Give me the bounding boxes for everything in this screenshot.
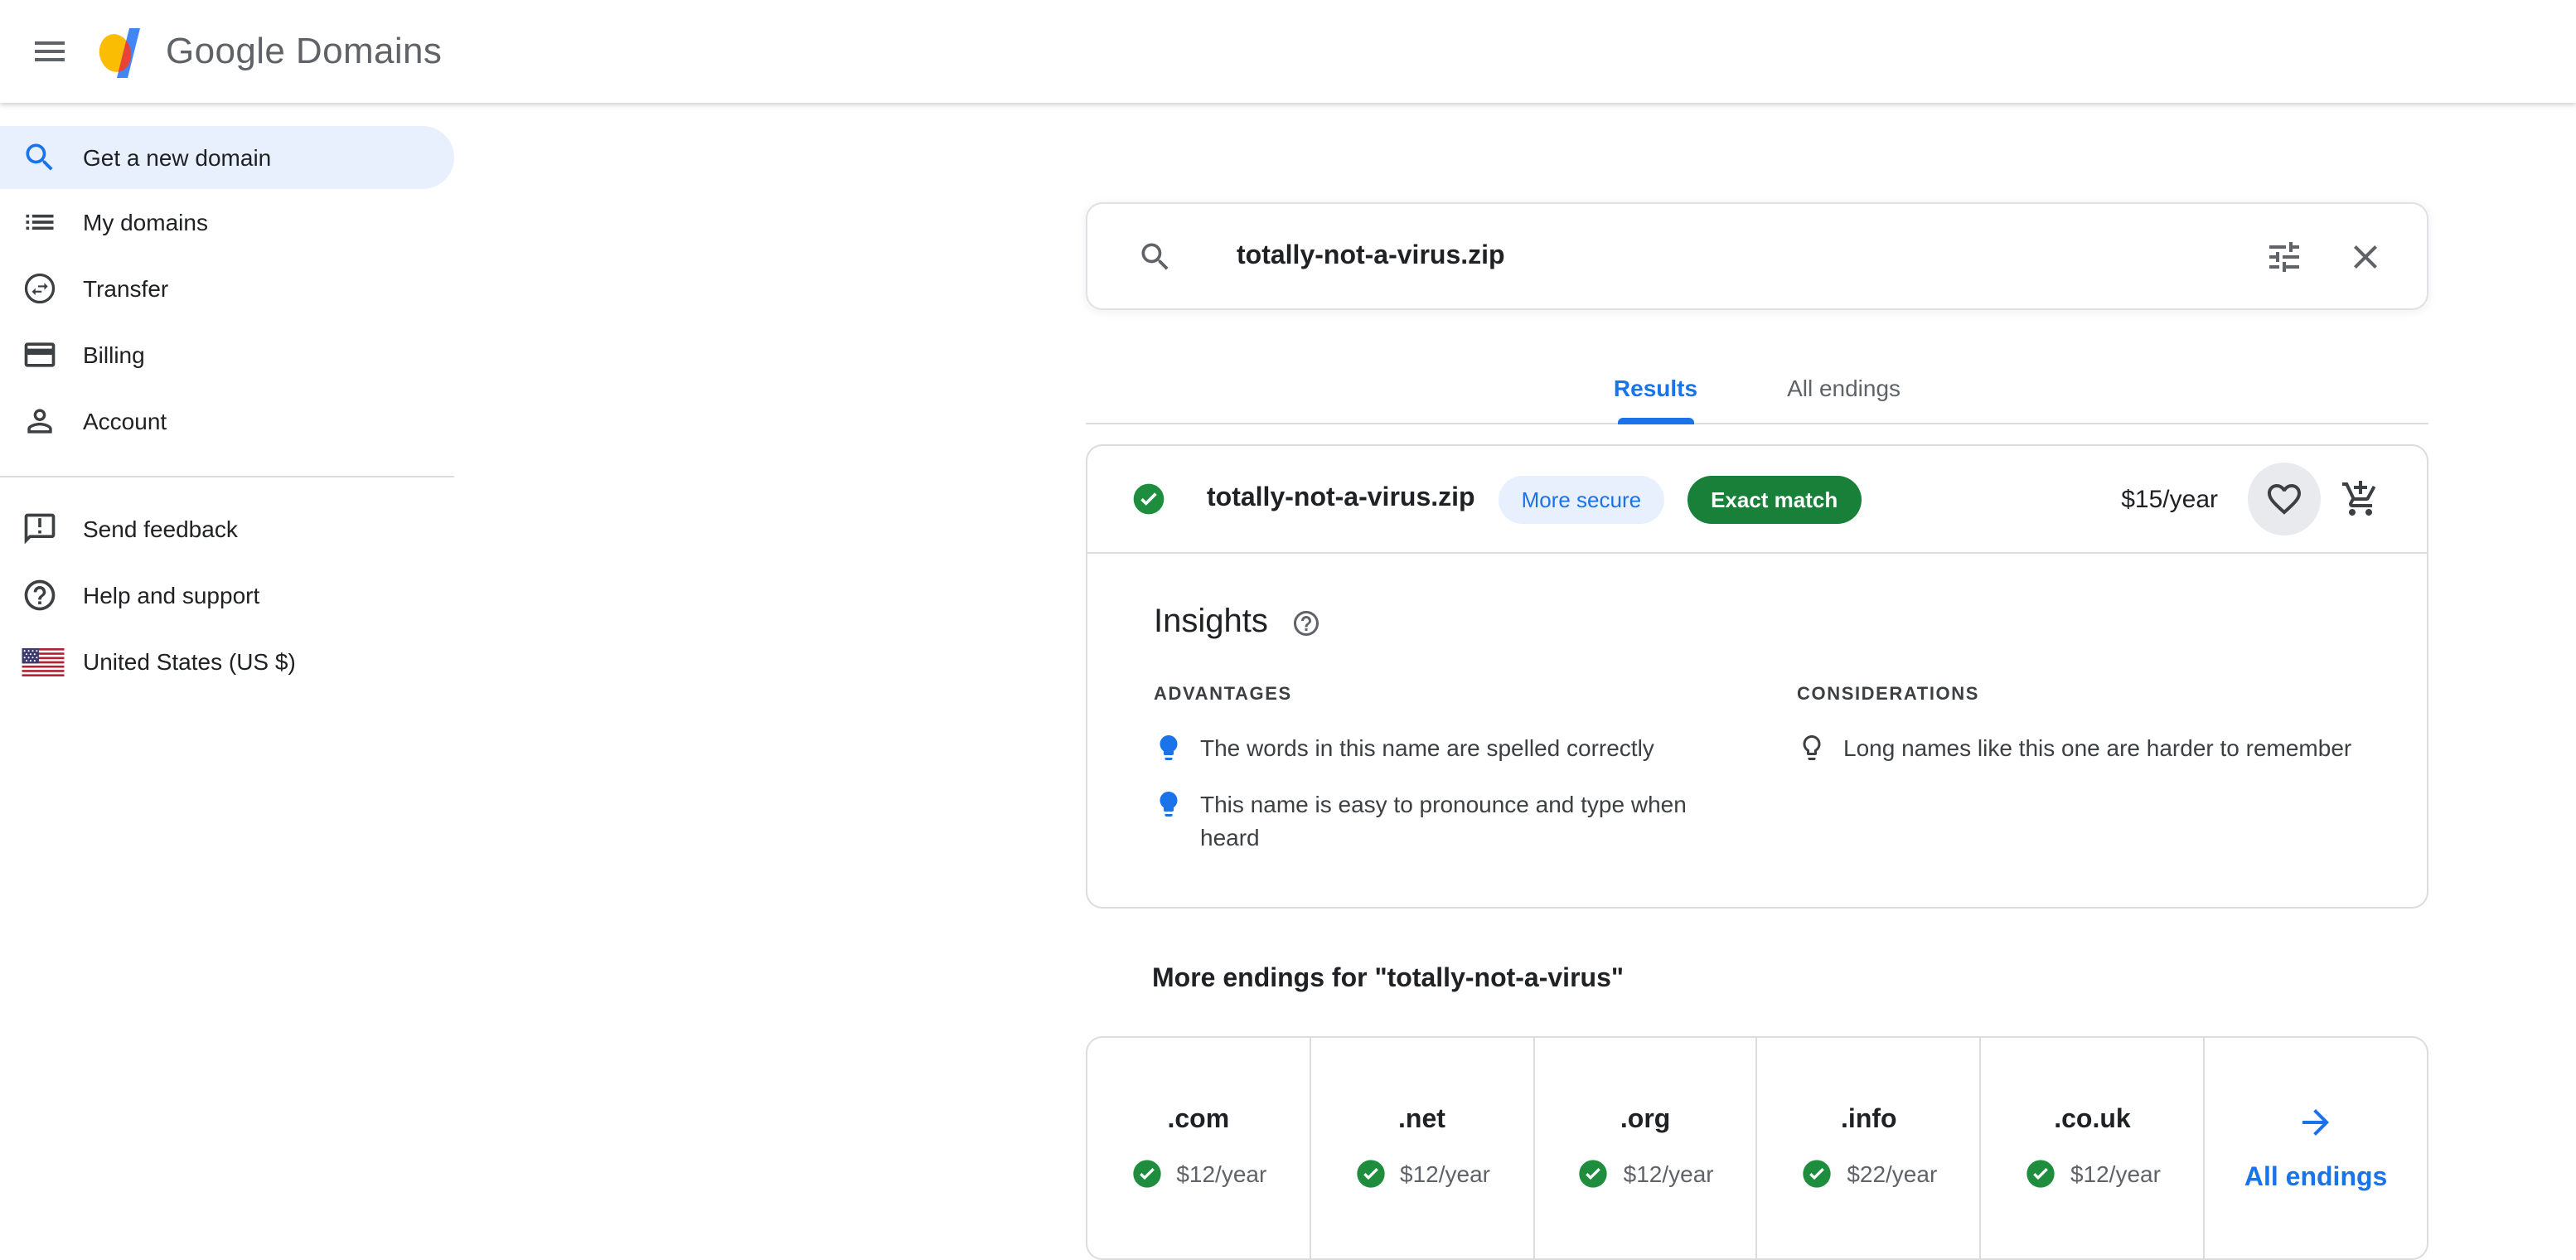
sidebar-footer: Send feedback Help and support United St…	[0, 496, 454, 695]
page: Google Domains Get a new domain My domai…	[0, 0, 2576, 1215]
lightbulb-outline-icon	[1797, 733, 1827, 763]
sidebar-nav: Get a new domain My domains Transfer Bil…	[0, 103, 454, 695]
advantage-item: The words in this name are spelled corre…	[1154, 731, 1731, 764]
check-circle-icon	[2024, 1157, 2057, 1190]
advantage-text: The words in this name are spelled corre…	[1200, 731, 1654, 764]
app-title: Google Domains	[166, 30, 442, 73]
insights-title: Insights	[1154, 603, 1268, 642]
transfer-icon	[22, 270, 58, 307]
considerations-label: CONSIDERATIONS	[1797, 685, 2361, 705]
search-input[interactable]	[1233, 240, 2264, 273]
check-circle-icon	[1131, 481, 1167, 517]
insights-section: Insights ADVANTAGES The words in this na…	[1087, 603, 2427, 907]
sidebar-item-label: United States (US $)	[83, 648, 296, 675]
sidebar-item-label: My domains	[83, 209, 208, 235]
top-app-bar: Google Domains	[0, 0, 2576, 103]
ending-tld: .com	[1167, 1106, 1229, 1136]
advantages-column: ADVANTAGES The words in this name are sp…	[1154, 685, 1731, 854]
results-tab-bar: Results All endings	[1086, 351, 2428, 424]
add-to-cart-button[interactable]	[2327, 466, 2394, 532]
ending-tld: .org	[1620, 1106, 1670, 1136]
sidebar-item-region-currency[interactable]: United States (US $)	[0, 628, 454, 695]
lightbulb-icon	[1154, 733, 1184, 763]
ending-cell-info[interactable]: .info $22/year	[1758, 1038, 1982, 1258]
search-result-card: totally-not-a-virus.zip More secure Exac…	[1086, 444, 2428, 909]
domain-search-box	[1086, 202, 2428, 310]
endings-grid: .com $12/year .net $12/year .org $12/yea…	[1086, 1036, 2428, 1260]
main-content: Results All endings totally-not-a-virus.…	[1086, 103, 2428, 1260]
app-logo[interactable]: Google Domains	[96, 25, 442, 78]
feedback-icon	[22, 511, 58, 547]
consideration-item: Long names like this one are harder to r…	[1797, 731, 2361, 764]
sidebar-item-my-domains[interactable]: My domains	[0, 189, 454, 255]
check-circle-icon	[1353, 1157, 1387, 1190]
more-endings-heading: More endings for "totally-not-a-virus"	[1086, 965, 2428, 995]
tab-all-endings[interactable]: All endings	[1780, 351, 1907, 423]
considerations-column: CONSIDERATIONS Long names like this one …	[1797, 685, 2361, 854]
result-domain-name: totally-not-a-virus.zip	[1207, 484, 1475, 514]
sidebar-item-label: Send feedback	[83, 516, 238, 542]
domain-result-row: totally-not-a-virus.zip More secure Exac…	[1087, 446, 2427, 554]
ending-price: $22/year	[1847, 1161, 1937, 1187]
close-icon[interactable]	[2346, 236, 2385, 276]
sidebar-divider	[0, 476, 454, 477]
person-icon	[22, 403, 58, 439]
credit-card-icon	[22, 337, 58, 373]
add-to-cart-icon	[2341, 479, 2380, 519]
arrow-forward-icon	[2296, 1102, 2336, 1142]
sidebar-item-label: Help and support	[83, 582, 259, 608]
check-circle-icon	[1577, 1157, 1610, 1190]
favorite-icon	[2264, 479, 2304, 519]
advantage-text: This name is easy to pronounce and type …	[1200, 788, 1731, 854]
hamburger-menu-button[interactable]	[17, 18, 83, 85]
lightbulb-icon	[1154, 789, 1184, 819]
ending-cell-org[interactable]: .org $12/year	[1534, 1038, 1758, 1258]
ending-price: $12/year	[2070, 1161, 2161, 1187]
check-circle-icon	[1800, 1157, 1833, 1190]
tab-label: Results	[1614, 374, 1697, 400]
favorite-button[interactable]	[2248, 463, 2321, 536]
ending-price: $12/year	[1400, 1161, 1490, 1187]
consideration-text: Long names like this one are harder to r…	[1843, 731, 2351, 764]
sidebar-item-label: Get a new domain	[83, 144, 271, 171]
tab-results[interactable]: Results	[1607, 351, 1704, 423]
hamburger-menu-icon	[30, 32, 70, 71]
ending-price: $12/year	[1624, 1161, 1714, 1187]
tab-active-indicator	[1617, 418, 1693, 424]
sidebar-item-help-support[interactable]: Help and support	[0, 562, 454, 628]
ending-tld: .co.uk	[2054, 1106, 2130, 1136]
insights-help-icon[interactable]	[1291, 608, 1321, 637]
search-icon	[1137, 238, 1174, 274]
google-domains-logo-icon	[96, 25, 146, 78]
check-circle-icon	[1130, 1157, 1163, 1190]
search-icon	[22, 139, 58, 176]
list-icon	[22, 204, 58, 240]
ending-cell-co-uk[interactable]: .co.uk $12/year	[1982, 1038, 2206, 1258]
exact-match-badge: Exact match	[1687, 475, 1861, 523]
tune-filter-icon[interactable]	[2264, 236, 2304, 276]
sidebar-item-label: Transfer	[83, 275, 168, 302]
sidebar-item-transfer[interactable]: Transfer	[0, 255, 454, 322]
advantage-item: This name is easy to pronounce and type …	[1154, 788, 1731, 854]
sidebar-item-account[interactable]: Account	[0, 388, 454, 454]
result-price: $15/year	[2121, 485, 2218, 513]
tab-label: All endings	[1787, 374, 1901, 400]
ending-tld: .info	[1841, 1106, 1897, 1136]
sidebar-item-get-new-domain[interactable]: Get a new domain	[0, 126, 454, 189]
ending-tld: .net	[1398, 1106, 1445, 1136]
ending-cell-com[interactable]: .com $12/year	[1087, 1038, 1311, 1258]
all-endings-cell[interactable]: All endings	[2205, 1038, 2427, 1258]
advantages-label: ADVANTAGES	[1154, 685, 1731, 705]
help-icon	[22, 577, 58, 613]
sidebar-item-label: Billing	[83, 342, 145, 368]
more-secure-badge: More secure	[1499, 475, 1665, 523]
ending-cell-net[interactable]: .net $12/year	[1311, 1038, 1535, 1258]
sidebar-item-label: Account	[83, 408, 167, 434]
result-actions: $15/year	[2121, 463, 2394, 536]
all-endings-label: All endings	[2244, 1164, 2387, 1194]
sidebar-item-send-feedback[interactable]: Send feedback	[0, 496, 454, 562]
ending-price: $12/year	[1176, 1161, 1266, 1187]
us-flag-icon	[22, 647, 65, 676]
sidebar-item-billing[interactable]: Billing	[0, 322, 454, 388]
